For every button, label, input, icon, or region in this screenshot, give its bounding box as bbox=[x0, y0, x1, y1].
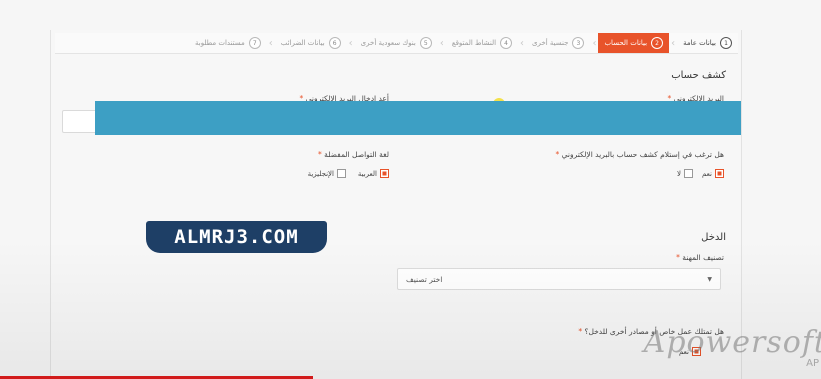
step-number: 6 bbox=[328, 37, 341, 49]
logo-text: ALMRJ3.COM bbox=[174, 226, 299, 248]
step-other-saudi-banks[interactable]: 5 بنوك سعودية أخرى bbox=[355, 33, 438, 53]
chevron-left-icon: ‹ bbox=[592, 37, 597, 49]
checkbox-icon[interactable] bbox=[337, 169, 346, 178]
receive-no-option[interactable]: لا bbox=[677, 169, 693, 178]
preferred-language-label: لغة التواصل المفضلة * bbox=[318, 150, 389, 159]
chevron-left-icon: ‹ bbox=[439, 37, 444, 49]
yes-label: نعم bbox=[702, 169, 712, 178]
watermark: Apowersoft bbox=[643, 325, 821, 360]
step-label: بنوك سعودية أخرى bbox=[360, 39, 416, 47]
step-label: النشاط المتوقع bbox=[451, 39, 497, 47]
step-number: 1 bbox=[720, 37, 732, 49]
step-expected-activity[interactable]: 4 النشاط المتوقع bbox=[446, 33, 518, 53]
email-confirm-input[interactable] bbox=[62, 110, 97, 133]
steps-nav: 1 بيانات عامة ‹ 2 بيانات الحساب ‹ 3 جنسي… bbox=[55, 33, 738, 54]
step-account-info[interactable]: 2 بيانات الحساب bbox=[598, 33, 670, 53]
step-label: بيانات الحساب bbox=[604, 39, 648, 47]
section-heading-income: الدخل bbox=[701, 232, 726, 243]
watermark-sub: AP bbox=[806, 358, 819, 369]
step-label: جنسية أخرى bbox=[532, 39, 569, 47]
site-logo: ALMRJ3.COM bbox=[146, 221, 327, 253]
no-label: لا bbox=[677, 169, 681, 178]
redaction-band bbox=[95, 101, 741, 135]
section-heading-account-statement: كشف حساب bbox=[671, 70, 726, 81]
chevron-left-icon: ‹ bbox=[520, 37, 525, 49]
step-other-nationality[interactable]: 3 جنسية أخرى bbox=[526, 33, 590, 53]
step-label: بيانات الضرائب bbox=[280, 39, 325, 47]
lang-arabic-option[interactable]: العربية bbox=[358, 169, 389, 178]
lang-english-option[interactable]: الإنجليزية bbox=[308, 169, 346, 178]
step-number: 2 bbox=[651, 37, 664, 49]
receive-question-text: هل ترغب في إستلام كشف حساب بالبريد الإلك… bbox=[561, 150, 724, 159]
preferred-language-text: لغة التواصل المفضلة bbox=[324, 150, 389, 159]
chevron-left-icon: ‹ bbox=[268, 37, 273, 49]
step-label: مستندات مطلوبة bbox=[195, 39, 245, 47]
chevron-left-icon: ‹ bbox=[671, 37, 676, 49]
chevron-left-icon: ‹ bbox=[348, 37, 353, 49]
step-label: بيانات عامة bbox=[683, 39, 716, 47]
profession-label: تصنيف المهنة * bbox=[676, 253, 724, 262]
dropdown-caret-icon: ▼ bbox=[707, 275, 712, 283]
step-number: 7 bbox=[248, 37, 261, 49]
profession-select-value: اختر تصنيف bbox=[406, 274, 443, 284]
profession-label-text: تصنيف المهنة bbox=[682, 253, 724, 262]
required-mark: * bbox=[676, 253, 680, 262]
checkbox-checked-icon[interactable] bbox=[715, 169, 724, 178]
step-number: 4 bbox=[500, 37, 513, 49]
step-tax-info[interactable]: 6 بيانات الضرائب bbox=[275, 33, 347, 53]
step-number: 3 bbox=[572, 37, 585, 49]
required-mark: * bbox=[318, 150, 322, 159]
step-general-info[interactable]: 1 بيانات عامة bbox=[677, 33, 738, 53]
checkbox-checked-icon[interactable] bbox=[380, 169, 389, 178]
lang-english-label: الإنجليزية bbox=[307, 169, 334, 178]
required-mark: * bbox=[578, 327, 583, 336]
checkbox-icon[interactable] bbox=[684, 169, 693, 178]
required-mark: * bbox=[555, 150, 560, 159]
step-number: 5 bbox=[419, 37, 432, 49]
receive-yes-option[interactable]: نعم bbox=[702, 169, 724, 178]
profession-select[interactable]: اختر تصنيف ▼ bbox=[397, 268, 721, 290]
step-required-documents[interactable]: 7 مستندات مطلوبة bbox=[189, 33, 267, 53]
lang-arabic-label: العربية bbox=[357, 169, 377, 178]
receive-statement-question: هل ترغب في إستلام كشف حساب بالبريد الإلك… bbox=[556, 150, 725, 159]
